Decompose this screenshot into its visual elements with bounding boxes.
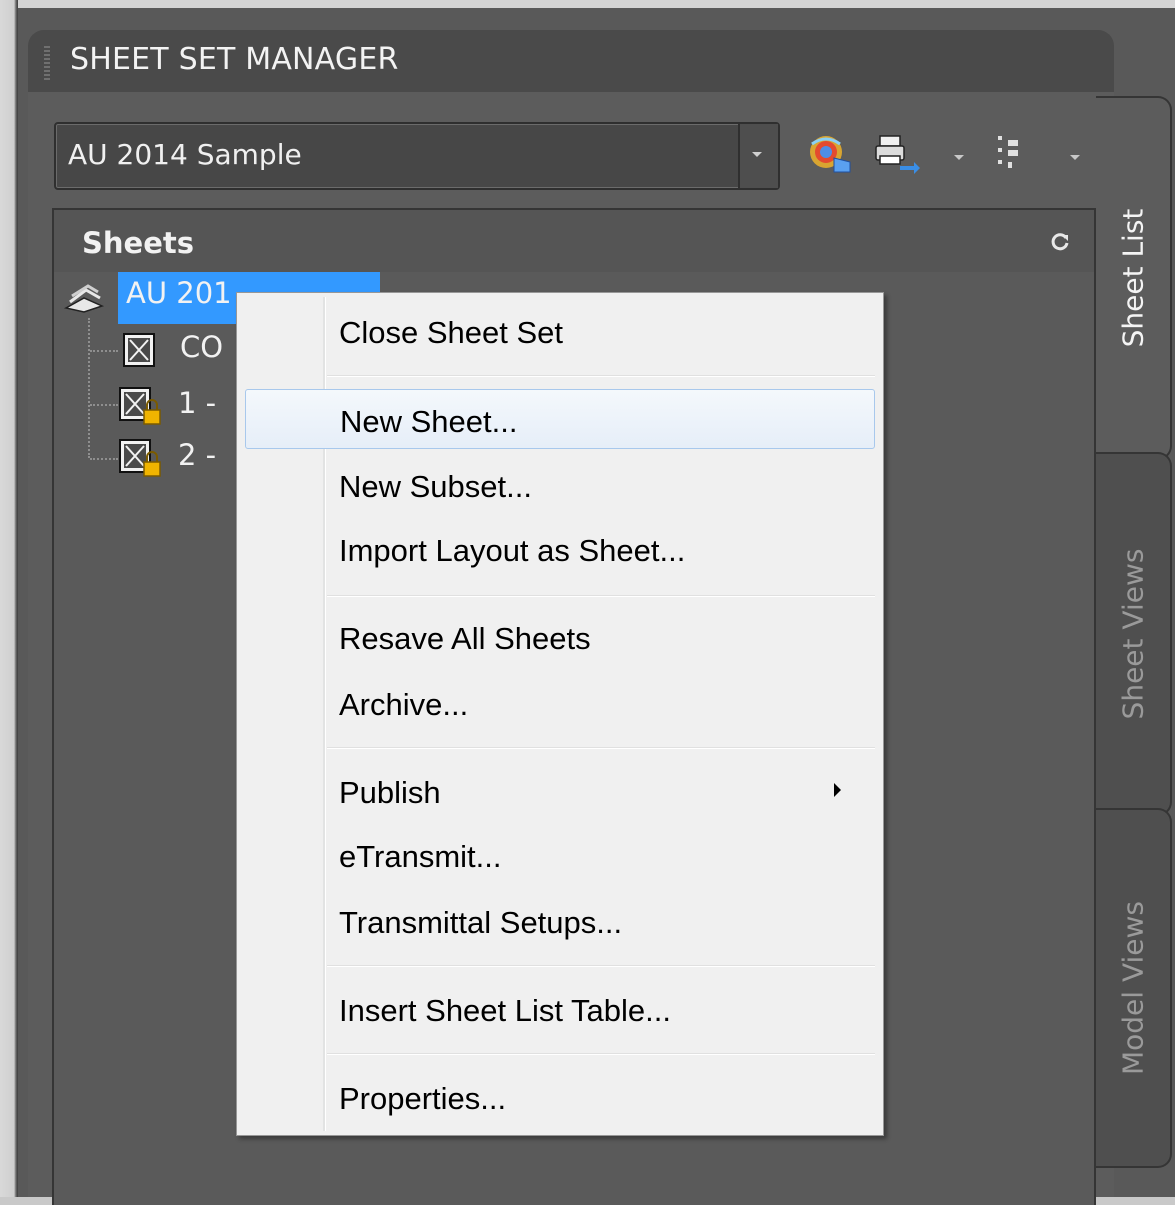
menu-item-publish[interactable]: Publish	[245, 761, 873, 821]
menu-separator	[327, 375, 875, 377]
sheet-icon	[122, 332, 156, 368]
dropdown-arrow-button[interactable]	[738, 124, 778, 188]
refresh-icon[interactable]	[1050, 232, 1070, 252]
window-left-edge	[0, 0, 18, 1197]
menu-separator	[327, 747, 875, 749]
publish-printer-icon[interactable]	[874, 132, 922, 176]
tree-item-label[interactable]: 1 -	[178, 386, 216, 430]
sheet-set-dropdown-value: AU 2014 Sample	[68, 138, 302, 171]
sheet-set-root-icon	[62, 280, 106, 314]
menu-item-insert-sheet-list-table[interactable]: Insert Sheet List Table...	[245, 979, 873, 1039]
publish-dropdown-chevron-icon[interactable]	[954, 155, 964, 160]
menu-item-label: Import Layout as Sheet...	[339, 533, 686, 568]
menu-item-etransmit[interactable]: eTransmit...	[245, 825, 873, 885]
menu-item-label: eTransmit...	[339, 839, 502, 874]
locked-sheet-icon	[118, 386, 164, 426]
tree-connector	[90, 404, 118, 406]
tab-sheet-list-label: Sheet List	[1116, 208, 1150, 348]
tab-model-views[interactable]: Model Views	[1096, 808, 1172, 1168]
menu-item-label: Archive...	[339, 687, 469, 722]
sheets-header: Sheets	[54, 210, 1094, 272]
menu-item-label: Publish	[339, 775, 441, 810]
chevron-down-icon	[752, 152, 762, 157]
menu-item-label: Resave All Sheets	[339, 621, 591, 656]
submenu-arrow-icon	[834, 783, 841, 797]
menu-item-label: Properties...	[339, 1081, 507, 1116]
tree-item-label[interactable]: CO	[180, 330, 223, 374]
menu-separator	[327, 965, 875, 967]
sheets-title: Sheets	[82, 226, 194, 260]
context-menu: Close Sheet Set New Sheet... New Subset.…	[236, 292, 884, 1136]
menu-separator	[327, 1053, 875, 1055]
locked-sheet-icon	[118, 438, 164, 478]
sheet-set-dropdown[interactable]: AU 2014 Sample	[54, 122, 780, 190]
menu-item-import-layout-as-sheet[interactable]: Import Layout as Sheet...	[245, 519, 873, 579]
grip-handle-icon[interactable]	[44, 44, 50, 80]
menu-item-label: Transmittal Setups...	[339, 905, 623, 940]
menu-item-close-sheet-set[interactable]: Close Sheet Set	[245, 301, 873, 361]
tree-connector	[90, 458, 118, 460]
sheet-set-globe-icon[interactable]	[804, 132, 856, 176]
menu-item-archive[interactable]: Archive...	[245, 673, 873, 733]
tree-connector	[90, 350, 118, 352]
menu-item-transmittal-setups[interactable]: Transmittal Setups...	[245, 891, 873, 951]
tab-model-views-label: Model Views	[1116, 900, 1150, 1076]
layout-view-icon[interactable]	[996, 134, 1026, 178]
menu-item-label: Insert Sheet List Table...	[339, 993, 672, 1028]
menu-item-label: New Subset...	[339, 469, 532, 504]
menu-item-resave-all-sheets[interactable]: Resave All Sheets	[245, 607, 873, 667]
tree-connector	[88, 318, 90, 458]
tree-root-label[interactable]: AU 201	[126, 276, 232, 320]
tree-item-label[interactable]: 2 -	[178, 438, 216, 482]
menu-item-new-subset[interactable]: New Subset...	[245, 455, 873, 515]
application-frame: SHEET SET MANAGER AU 2014 Sample Sheets …	[0, 0, 1175, 1205]
menu-item-properties[interactable]: Properties...	[245, 1067, 873, 1127]
view-dropdown-chevron-icon[interactable]	[1070, 155, 1080, 160]
menu-item-new-sheet[interactable]: New Sheet...	[245, 389, 875, 449]
tab-sheet-list[interactable]: Sheet List	[1096, 96, 1172, 460]
tab-sheet-views[interactable]: Sheet Views	[1096, 452, 1172, 816]
palette-title: SHEET SET MANAGER	[70, 42, 399, 77]
menu-separator	[327, 595, 875, 597]
menu-item-label: Close Sheet Set	[339, 315, 564, 350]
tab-sheet-views-label: Sheet Views	[1116, 548, 1150, 720]
menu-item-label: New Sheet...	[340, 404, 518, 439]
